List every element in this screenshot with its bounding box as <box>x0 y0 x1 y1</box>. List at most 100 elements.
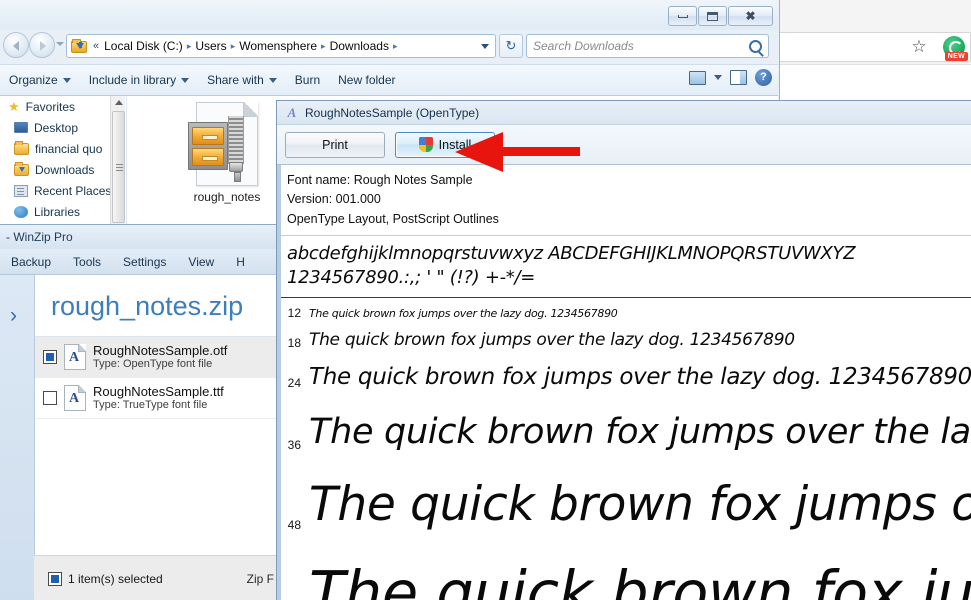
address-bar[interactable]: « Local Disk (C:) ▸ Users ▸ Womensphere … <box>66 34 496 58</box>
explorer-toolbar: Organize Include in library Share with B… <box>0 64 778 96</box>
chevron-down-icon <box>268 77 277 83</box>
explorer-sidebar: ★ Favorites Desktop financial quo Downlo… <box>0 96 125 224</box>
sidebar-item-label: Desktop <box>34 120 79 135</box>
font-layout-line: OpenType Layout, PostScript Outlines <box>287 211 499 226</box>
minimize-button[interactable] <box>668 6 697 26</box>
winzip-file-list: A RoughNotesSample.otf Type: OpenType fo… <box>35 336 280 419</box>
sidebar-scrollbar[interactable] <box>110 96 125 224</box>
uac-shield-icon <box>418 137 433 152</box>
status-selection-icon <box>48 571 62 586</box>
expand-chevron-icon[interactable]: › <box>10 305 17 326</box>
nav-arrow-group <box>3 32 55 58</box>
sidebar-item-recent-places[interactable]: Recent Places <box>0 180 125 201</box>
winzip-titlebar: - WinZip Pro <box>0 225 279 249</box>
list-item-text: RoughNotesSample.otf Type: OpenType font… <box>93 342 228 371</box>
row-checkbox[interactable] <box>43 350 57 364</box>
winzip-main-pane: rough_notes.zip A RoughNotesSample.otf T… <box>34 275 280 600</box>
font-sample-row: 18 The quick brown fox jumps over the la… <box>277 320 971 350</box>
winzip-menu-backup[interactable]: Backup <box>0 255 62 269</box>
search-box[interactable]: Search Downloads <box>526 34 769 58</box>
address-dropdown-icon[interactable] <box>481 44 489 49</box>
print-button[interactable]: Print <box>285 131 385 158</box>
row-checkbox[interactable] <box>43 391 57 405</box>
help-icon[interactable]: ? <box>755 69 772 86</box>
toolbar-new-folder[interactable]: New folder <box>329 69 404 91</box>
font-sample-text: The quick brown fox jumps over the lazy … <box>309 363 971 390</box>
winzip-menubar: Backup Tools Settings View H <box>0 249 279 275</box>
breadcrumb-local-disk[interactable]: Local Disk (C:) <box>101 38 186 54</box>
sidebar-item-desktop[interactable]: Desktop <box>0 117 125 138</box>
layout-pane-icon[interactable] <box>730 70 747 85</box>
maximize-icon <box>707 11 718 21</box>
scrollbar-thumb[interactable] <box>112 111 125 223</box>
sidebar-item-libraries[interactable]: Libraries <box>0 201 125 222</box>
explorer-titlebar: ✖ <box>0 0 778 30</box>
search-input[interactable]: Search Downloads <box>533 39 749 53</box>
toolbar-burn-label: Burn <box>294 73 321 87</box>
font-sample-row: 36 The quick brown fox jumps over the la… <box>277 390 971 452</box>
toolbar-organize-label: Organize <box>9 73 58 87</box>
window-controls: ✖ <box>668 6 773 26</box>
toolbar-include-in-library[interactable]: Include in library <box>80 69 198 91</box>
toolbar-share-label: Share with <box>207 73 264 87</box>
downloads-folder-icon <box>71 38 88 54</box>
winzip-menu-settings[interactable]: Settings <box>112 255 177 269</box>
breadcrumb-womensphere[interactable]: Womensphere <box>236 38 320 54</box>
caret-down-icon[interactable] <box>714 75 722 80</box>
winzip-archive-name: rough_notes.zip <box>51 291 244 321</box>
winzip-menu-tools[interactable]: Tools <box>62 255 112 269</box>
winzip-body: › rough_notes.zip A RoughNotesSample.otf… <box>0 275 280 600</box>
recent-places-icon <box>14 184 28 197</box>
arrow-shaft <box>495 147 580 156</box>
zip-archive-icon <box>182 102 272 188</box>
minimize-icon <box>677 14 688 18</box>
preview-pane-icon[interactable] <box>689 70 706 85</box>
font-sample-row: 24 The quick brown fox jumps over the la… <box>277 350 971 390</box>
breadcrumb-users[interactable]: Users <box>192 38 229 54</box>
sidebar-item-favorites[interactable]: ★ Favorites <box>0 96 125 117</box>
breadcrumb-overflow-icon[interactable]: « <box>93 40 99 52</box>
forward-button[interactable] <box>29 32 55 58</box>
sidebar-item-label: Favorites <box>25 99 76 114</box>
scroll-up-icon[interactable] <box>111 96 126 109</box>
sidebar-item-label: Recent Places <box>34 183 112 198</box>
winzip-window: - WinZip Pro Backup Tools Settings View … <box>0 224 280 600</box>
font-window-toolbar: Print Install <box>277 125 971 165</box>
maximize-button[interactable] <box>698 6 727 26</box>
breadcrumb-downloads[interactable]: Downloads <box>327 38 392 54</box>
close-icon: ✖ <box>745 9 756 23</box>
downloads-folder-icon <box>14 161 29 176</box>
bookmark-star-icon[interactable]: ☆ <box>910 38 928 56</box>
folder-icon <box>14 140 29 155</box>
list-item[interactable]: A RoughNotesSample.ttf Type: TrueType fo… <box>35 378 280 419</box>
font-sample-row: 60 The quick brown fox jumps over the la… <box>277 532 971 600</box>
toolbar-include-label: Include in library <box>88 73 177 87</box>
red-arrow-annotation <box>455 132 580 172</box>
font-size-samples: 12 The quick brown fox jumps over the la… <box>277 298 971 600</box>
winzip-menu-help[interactable]: H <box>225 255 256 269</box>
breadcrumb-separator-icon[interactable]: ▸ <box>392 41 399 52</box>
file-name: RoughNotesSample.otf <box>93 342 228 358</box>
toolbar-burn[interactable]: Burn <box>286 69 329 91</box>
refresh-icon: ↻ <box>505 38 517 53</box>
font-version-line: Version: 001.000 <box>287 192 381 207</box>
toolbar-new-folder-label: New folder <box>338 73 396 87</box>
sidebar-item-label: Downloads <box>35 162 95 177</box>
font-sample-row: 48 The quick brown fox jumps over the la… <box>277 452 971 532</box>
list-item[interactable]: A RoughNotesSample.otf Type: OpenType fo… <box>35 337 280 378</box>
font-preview-window: A RoughNotesSample (OpenType) Print Inst… <box>276 100 971 600</box>
back-button[interactable] <box>3 32 29 58</box>
sidebar-item-downloads[interactable]: Downloads <box>0 159 125 180</box>
winzip-menu-view[interactable]: View <box>177 255 225 269</box>
toolbar-organize[interactable]: Organize <box>0 69 80 91</box>
recent-locations-caret-icon[interactable] <box>56 42 64 46</box>
toolbar-share-with[interactable]: Share with <box>198 69 286 91</box>
sidebar-item-financial-quo[interactable]: financial quo <box>0 138 125 159</box>
sidebar-item-label: Libraries <box>34 204 81 219</box>
print-button-label: Print <box>322 137 348 152</box>
font-sample-text: The quick brown fox jumps over the lazy … <box>309 411 971 452</box>
libraries-icon <box>14 205 28 218</box>
close-button[interactable]: ✖ <box>728 6 773 26</box>
refresh-button[interactable]: ↻ <box>499 34 523 58</box>
font-file-glyph: A <box>69 391 80 406</box>
